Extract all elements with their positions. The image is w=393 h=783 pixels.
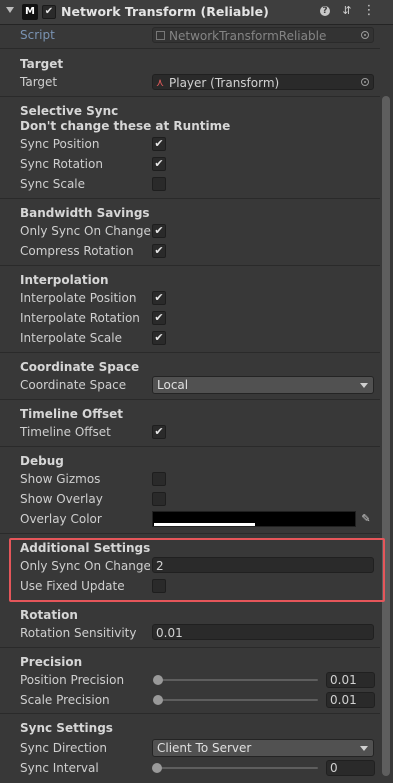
section-additional-settings: Additional Settings: [20, 541, 151, 555]
sync-interval-label: Sync Interval: [20, 761, 99, 775]
sync-position-checkbox[interactable]: ✔: [152, 137, 166, 151]
sync-rotation-label: Sync Rotation: [20, 157, 103, 171]
separator: [0, 96, 380, 97]
position-precision-slider-thumb[interactable]: [153, 675, 163, 685]
overlay-color-field[interactable]: [152, 511, 356, 527]
section-sync-settings: Sync Settings: [20, 721, 113, 735]
interpolate-rotation-label: Interpolate Rotation: [20, 311, 140, 325]
use-fixed-update-checkbox[interactable]: [152, 579, 166, 593]
sync-interval-input[interactable]: 0: [326, 760, 375, 776]
show-overlay-label: Show Overlay: [20, 492, 103, 506]
position-precision-label: Position Precision: [20, 673, 125, 687]
separator: [0, 48, 380, 49]
interpolate-scale-label: Interpolate Scale: [20, 331, 122, 345]
show-gizmos-checkbox[interactable]: [152, 472, 166, 486]
show-overlay-checkbox[interactable]: [152, 492, 166, 506]
help-icon[interactable]: ?: [320, 6, 330, 16]
sync-scale-checkbox[interactable]: [152, 177, 166, 191]
coordinate-space-label: Coordinate Space: [20, 378, 127, 392]
overlay-color-label: Overlay Color: [20, 512, 102, 526]
script-file-icon: [156, 31, 165, 40]
separator: [0, 265, 380, 266]
transform-icon: ⋏: [156, 76, 165, 89]
chevron-down-icon: [360, 746, 368, 751]
position-precision-input[interactable]: 0.01: [326, 672, 375, 688]
section-selective-sync-note: Don't change these at Runtime: [20, 119, 231, 133]
separator: [0, 533, 380, 534]
compress-rotation-checkbox[interactable]: ✔: [152, 244, 166, 258]
object-picker-icon[interactable]: [361, 78, 369, 86]
sync-interval-slider-thumb[interactable]: [152, 763, 162, 773]
context-menu-icon[interactable]: ⋮: [362, 4, 376, 18]
scale-precision-label: Scale Precision: [20, 693, 110, 707]
sync-position-label: Sync Position: [20, 137, 100, 151]
scale-precision-input[interactable]: 0.01: [326, 692, 375, 708]
only-sync-on-change-label: Only Sync On Change: [20, 224, 151, 238]
section-target: Target: [20, 57, 64, 71]
timeline-offset-checkbox[interactable]: ✔: [152, 425, 166, 439]
target-value: Player (Transform): [169, 76, 280, 90]
script-value: NetworkTransformReliable: [169, 29, 327, 43]
section-coordinate-space: Coordinate Space: [20, 360, 140, 374]
only-sync-threshold-input[interactable]: 2: [152, 557, 374, 573]
eyedropper-icon[interactable]: ✎: [358, 511, 374, 527]
separator: [0, 647, 380, 648]
section-interpolation: Interpolation: [20, 273, 109, 287]
coordinate-space-dropdown[interactable]: Local: [152, 376, 374, 394]
only-sync-on-change-checkbox[interactable]: ✔: [152, 224, 166, 238]
only-sync-threshold-label: Only Sync On Change C: [20, 559, 150, 573]
use-fixed-update-label: Use Fixed Update: [20, 579, 125, 593]
section-precision: Precision: [20, 655, 83, 669]
sync-scale-label: Sync Scale: [20, 177, 86, 191]
interpolate-position-checkbox[interactable]: ✔: [152, 291, 166, 305]
target-label: Target: [20, 75, 58, 89]
interpolate-rotation-checkbox[interactable]: ✔: [152, 311, 166, 325]
script-label: Script: [20, 28, 55, 42]
separator: [0, 399, 380, 400]
section-timeline-offset: Timeline Offset: [20, 407, 123, 421]
sync-interval-slider-track[interactable]: [157, 767, 318, 769]
coordinate-space-value: Local: [157, 378, 189, 392]
separator: [0, 446, 380, 447]
scale-precision-slider-thumb[interactable]: [153, 695, 163, 705]
interpolate-position-label: Interpolate Position: [20, 291, 137, 305]
scale-precision-slider-track[interactable]: [157, 699, 318, 701]
object-picker-icon: [361, 31, 369, 39]
preset-sliders-icon[interactable]: ⇵: [340, 4, 354, 18]
rotation-sensitivity-label: Rotation Sensitivity: [20, 626, 137, 640]
target-field[interactable]: ⋏ Player (Transform): [152, 74, 374, 90]
separator: [0, 198, 380, 199]
position-precision-slider-track[interactable]: [157, 679, 318, 681]
show-gizmos-label: Show Gizmos: [20, 472, 101, 486]
mirror-m-icon: M: [22, 4, 38, 20]
foldout-arrow-icon[interactable]: [6, 7, 14, 13]
alpha-bar: [154, 523, 255, 526]
timeline-offset-label: Timeline Offset: [20, 425, 111, 439]
section-rotation: Rotation: [20, 608, 78, 622]
script-field: NetworkTransformReliable: [152, 27, 374, 43]
section-selective-sync: Selective Sync: [20, 104, 119, 118]
interpolate-scale-checkbox[interactable]: ✔: [152, 331, 166, 345]
sync-rotation-checkbox[interactable]: ✔: [152, 157, 166, 171]
compress-rotation-label: Compress Rotation: [20, 244, 134, 258]
chevron-down-icon: [360, 383, 368, 388]
component-enabled-checkbox[interactable]: ✔: [42, 5, 56, 19]
sync-direction-label: Sync Direction: [20, 741, 107, 755]
component-title: Network Transform (Reliable): [61, 4, 269, 19]
sync-direction-dropdown[interactable]: Client To Server: [152, 739, 374, 757]
section-debug: Debug: [20, 454, 64, 468]
separator: [0, 713, 380, 714]
scrollbar-thumb[interactable]: [382, 96, 390, 776]
separator: [0, 352, 380, 353]
rotation-sensitivity-input[interactable]: 0.01: [152, 624, 374, 640]
section-bandwidth-savings: Bandwidth Savings: [20, 206, 150, 220]
sync-direction-value: Client To Server: [157, 741, 252, 755]
